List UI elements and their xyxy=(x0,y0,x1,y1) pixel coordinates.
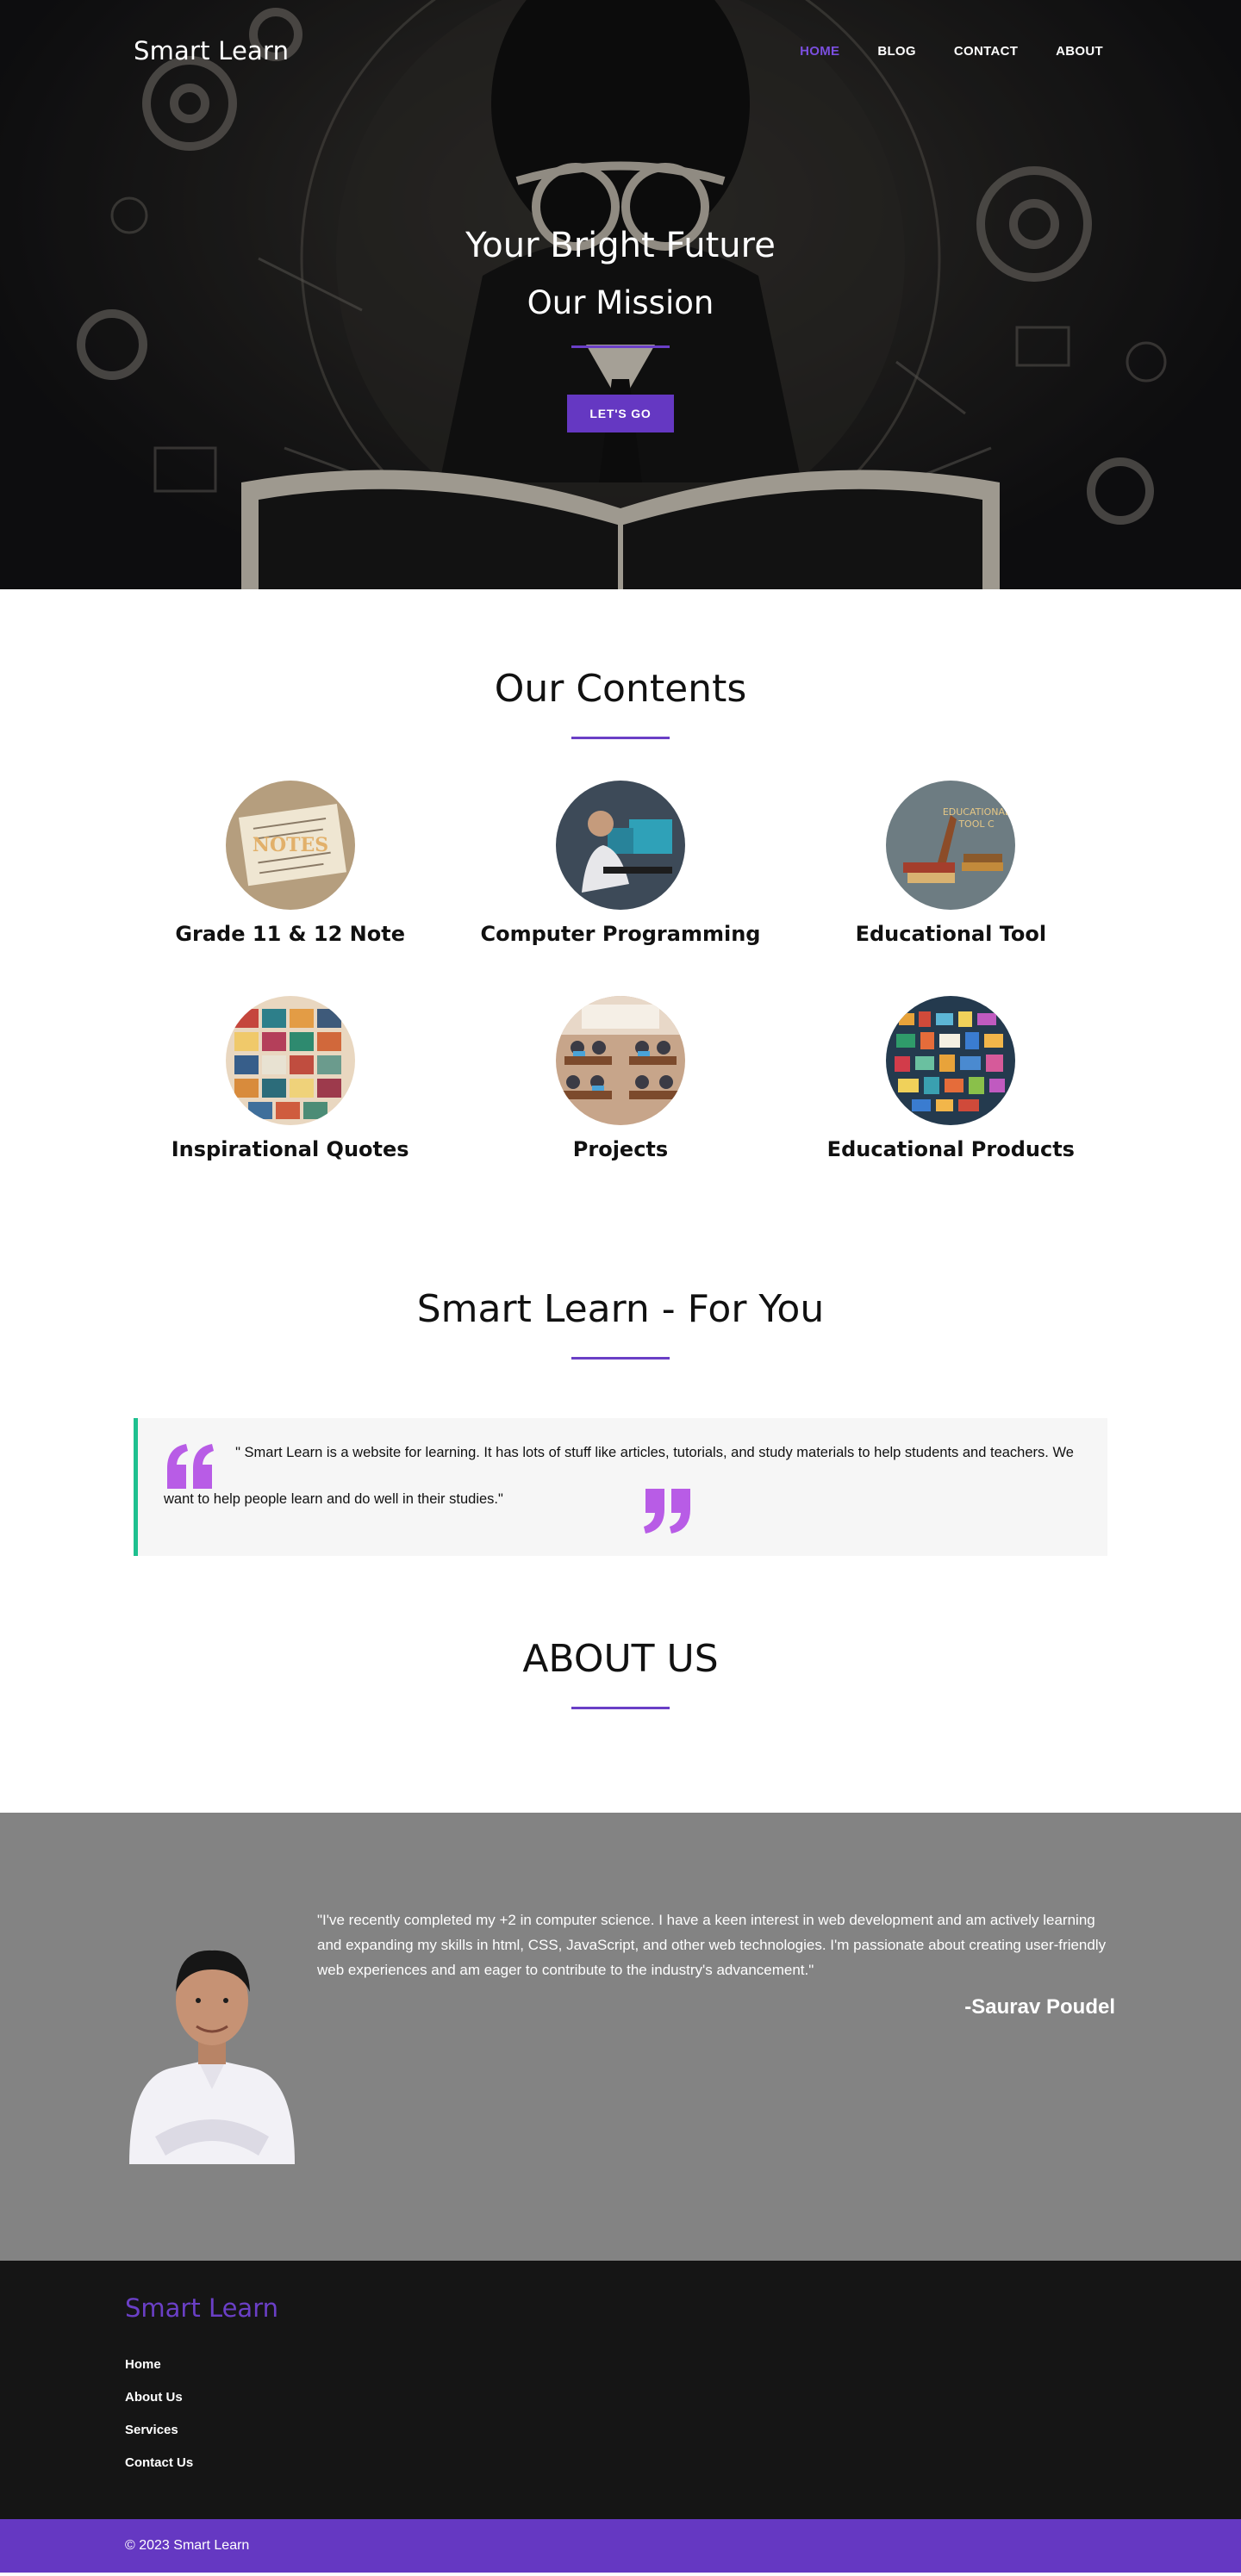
for-you-divider xyxy=(571,1357,670,1360)
nav-home[interactable]: HOME xyxy=(800,44,839,59)
footer-links: Home About Us Services Contact Us xyxy=(125,2355,1241,2470)
for-you-title: Smart Learn - For You xyxy=(416,1287,825,1331)
content-card-title: Educational Products xyxy=(826,1137,1075,1161)
contents-divider xyxy=(571,737,670,739)
content-card-products[interactable]: Educational Products xyxy=(786,996,1116,1161)
content-card-quotes[interactable]: Inspirational Quotes xyxy=(125,996,455,1161)
brand-logo[interactable]: Smart Learn xyxy=(134,36,289,65)
hero-divider xyxy=(571,345,670,348)
footer: Smart Learn Home About Us Services Conta… xyxy=(0,2261,1241,2519)
copyright-bar: © 2023 Smart Learn xyxy=(0,2519,1241,2573)
nav-contact[interactable]: CONTACT xyxy=(954,44,1018,59)
about-text: "I've recently completed my +2 in comput… xyxy=(317,1912,1107,1978)
programmer-image xyxy=(555,781,685,910)
contents-section: Our Contents NOTES Grade 11 & 12 Note Co… xyxy=(0,589,1241,1161)
top-navbar: Smart Learn HOME BLOG CONTACT ABOUT xyxy=(0,0,1241,102)
footer-link-item: Contact Us xyxy=(125,2454,1241,2470)
about-divider xyxy=(571,1707,670,1709)
hero-section: Smart Learn HOME BLOG CONTACT ABOUT Your… xyxy=(0,0,1241,589)
lets-go-button[interactable]: LET'S GO xyxy=(567,395,674,432)
footer-brand[interactable]: Smart Learn xyxy=(125,2293,1241,2323)
footer-link-item: Home xyxy=(125,2355,1241,2372)
footer-link-item: Services xyxy=(125,2421,1241,2437)
svg-text:TOOL C: TOOL C xyxy=(958,818,995,830)
about-title: ABOUT US xyxy=(522,1637,719,1681)
footer-link-contact[interactable]: Contact Us xyxy=(125,2455,193,2470)
about-heading-section: ABOUT US xyxy=(0,1556,1241,1813)
content-card-notes[interactable]: NOTES Grade 11 & 12 Note xyxy=(125,781,455,946)
contents-title: Our Contents xyxy=(494,667,747,711)
nav-blog[interactable]: BLOG xyxy=(877,44,916,59)
content-card-title: Computer Programming xyxy=(480,922,761,946)
close-quote-icon xyxy=(644,1489,690,1534)
hero-content: Your Bright Future Our Mission LET'S GO xyxy=(0,226,1241,432)
hero-title: Your Bright Future xyxy=(465,226,776,265)
svg-text:EDUCATIONAL: EDUCATIONAL xyxy=(943,806,1011,818)
quotes-image xyxy=(225,996,355,1125)
mission-quote: " Smart Learn is a website for learning.… xyxy=(134,1418,1107,1556)
contents-grid: NOTES Grade 11 & 12 Note Computer Progra… xyxy=(125,781,1116,1161)
copyright-text: © 2023 Smart Learn xyxy=(125,2538,250,2553)
educational-tool-image: EDUCATIONAL TOOL C xyxy=(886,781,1016,910)
about-section: "I've recently completed my +2 in comput… xyxy=(0,1813,1241,2261)
products-image xyxy=(886,996,1016,1125)
content-card-title: Inspirational Quotes xyxy=(171,1137,409,1161)
content-card-title: Educational Tool xyxy=(855,922,1047,946)
for-you-section: Smart Learn - For You " Smart Learn is a… xyxy=(0,1161,1241,1556)
about-author: -Saurav Poudel xyxy=(964,1995,1115,2019)
footer-link-item: About Us xyxy=(125,2388,1241,2405)
svg-text:NOTES: NOTES xyxy=(253,834,328,856)
notes-image: NOTES xyxy=(225,781,355,910)
content-card-title: Projects xyxy=(572,1137,669,1161)
footer-link-services[interactable]: Services xyxy=(125,2423,178,2437)
content-card-title: Grade 11 & 12 Note xyxy=(175,922,405,946)
content-card-educational-tool[interactable]: EDUCATIONAL TOOL C Educational Tool xyxy=(786,781,1116,946)
content-card-programming[interactable]: Computer Programming xyxy=(455,781,785,946)
footer-link-about[interactable]: About Us xyxy=(125,2390,183,2405)
classroom-image xyxy=(555,996,685,1125)
content-card-projects[interactable]: Projects xyxy=(455,996,785,1161)
quote-text: " Smart Learn is a website for learning.… xyxy=(164,1445,1074,1507)
author-portrait xyxy=(129,1950,295,2164)
footer-link-home[interactable]: Home xyxy=(125,2357,161,2372)
nav-about[interactable]: ABOUT xyxy=(1056,44,1103,59)
nav-links: HOME BLOG CONTACT ABOUT xyxy=(800,44,1103,59)
hero-subtitle: Our Mission xyxy=(527,284,714,321)
open-quote-icon xyxy=(167,1444,214,1489)
